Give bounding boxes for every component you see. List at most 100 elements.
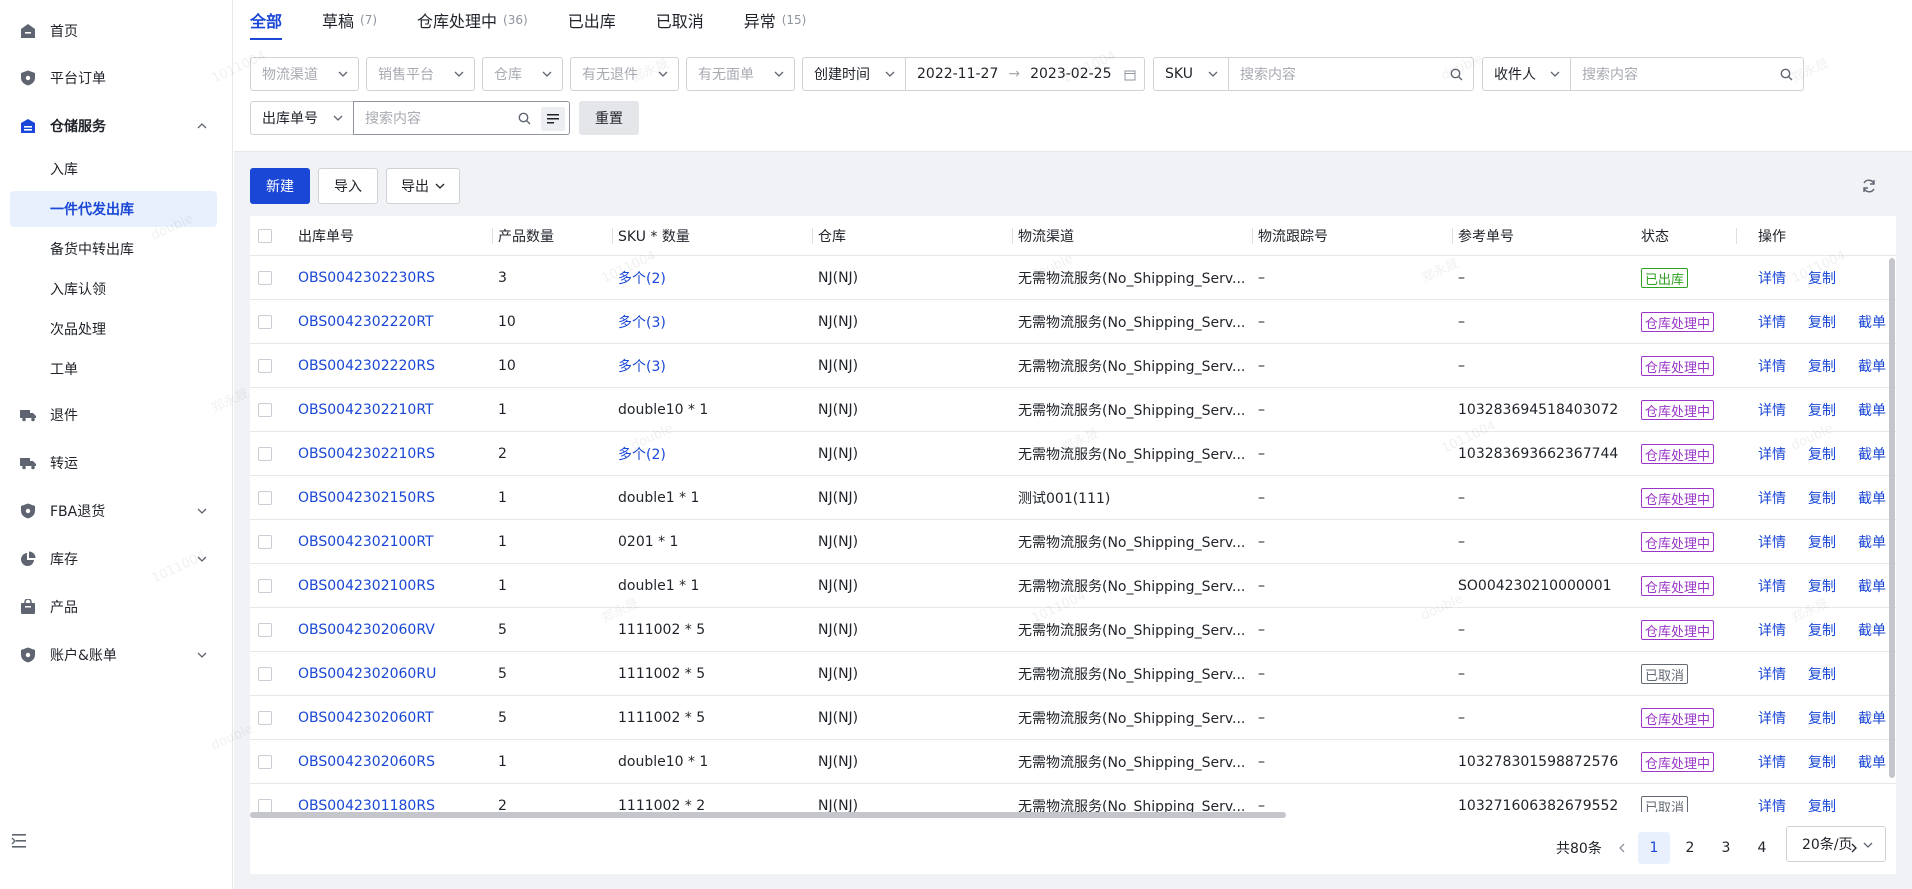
copy-link[interactable]: 复制 xyxy=(1808,476,1836,520)
copy-link[interactable]: 复制 xyxy=(1808,784,1836,812)
sku-qty[interactable]: 多个(3) xyxy=(618,300,808,344)
intercept-link[interactable]: 截单 xyxy=(1858,564,1886,608)
detail-link[interactable]: 详情 xyxy=(1758,652,1786,696)
row-checkbox[interactable] xyxy=(258,535,272,549)
intercept-link[interactable]: 截单 xyxy=(1858,520,1886,564)
select-all-checkbox[interactable] xyxy=(258,229,272,243)
column-header-tracking[interactable]: 物流跟踪号 xyxy=(1258,216,1328,256)
reset-button[interactable]: 重置 xyxy=(579,101,639,135)
detail-link[interactable]: 详情 xyxy=(1758,476,1786,520)
sidebar-item-home[interactable]: 首页 xyxy=(0,11,233,51)
sidebar-item-products[interactable]: 产品 xyxy=(0,587,233,627)
tab-processing[interactable]: 仓库处理中 (36) xyxy=(417,0,528,40)
copy-link[interactable]: 复制 xyxy=(1808,608,1836,652)
column-header-qty[interactable]: 产品数量 xyxy=(498,216,554,256)
export-button[interactable]: 导出 xyxy=(386,168,460,204)
search-icon[interactable] xyxy=(1450,68,1463,81)
row-checkbox[interactable] xyxy=(258,271,272,285)
vertical-scrollbar[interactable] xyxy=(1888,256,1896,812)
search-icon[interactable] xyxy=(1780,68,1793,81)
intercept-link[interactable]: 截单 xyxy=(1858,696,1886,740)
row-checkbox[interactable] xyxy=(258,359,272,373)
detail-link[interactable]: 详情 xyxy=(1758,388,1786,432)
sku-search-input[interactable]: 搜索内容 xyxy=(1228,57,1474,91)
tab-shipped[interactable]: 已出库 xyxy=(568,0,616,40)
intercept-link[interactable]: 截单 xyxy=(1858,432,1886,476)
tab-cancelled[interactable]: 已取消 xyxy=(656,0,704,40)
column-header-order-no[interactable]: 出库单号 xyxy=(298,216,354,256)
detail-link[interactable]: 详情 xyxy=(1758,432,1786,476)
intercept-link[interactable]: 截单 xyxy=(1858,388,1886,432)
sidebar-item-inventory[interactable]: 库存 xyxy=(0,539,233,579)
receiver-field-select[interactable]: 收件人 xyxy=(1482,57,1570,91)
pagination-page-4[interactable]: 4 xyxy=(1746,832,1778,864)
column-header-ref[interactable]: 参考单号 xyxy=(1458,216,1514,256)
logistics-channel-select[interactable]: 物流渠道 xyxy=(250,57,359,91)
warehouse-select[interactable]: 仓库 xyxy=(482,57,563,91)
order-no-link[interactable]: OBS0042302210RT xyxy=(298,388,488,432)
import-button[interactable]: 导入 xyxy=(318,168,378,204)
pagination-page-1[interactable]: 1 xyxy=(1638,832,1670,864)
sidebar-subitem-defect-handling[interactable]: 次品处理 xyxy=(10,311,217,347)
column-header-sku-qty[interactable]: SKU * 数量 xyxy=(618,216,690,256)
copy-link[interactable]: 复制 xyxy=(1808,344,1836,388)
detail-link[interactable]: 详情 xyxy=(1758,740,1786,784)
intercept-link[interactable]: 截单 xyxy=(1858,300,1886,344)
pagination-prev-button[interactable] xyxy=(1612,832,1632,864)
order-no-link[interactable]: OBS0042301180RS xyxy=(298,784,488,812)
tab-all[interactable]: 全部 xyxy=(250,0,283,40)
copy-link[interactable]: 复制 xyxy=(1808,740,1836,784)
column-header-warehouse[interactable]: 仓库 xyxy=(818,216,846,256)
intercept-link[interactable]: 截单 xyxy=(1858,476,1886,520)
page-size-select[interactable]: 20条/页 xyxy=(1786,826,1886,862)
detail-link[interactable]: 详情 xyxy=(1758,784,1786,812)
detail-link[interactable]: 详情 xyxy=(1758,256,1786,300)
sidebar-subitem-dropship-outbound[interactable]: 一件代发出库 xyxy=(10,191,217,227)
copy-link[interactable]: 复制 xyxy=(1808,256,1836,300)
sku-field-select[interactable]: SKU xyxy=(1153,57,1228,91)
sidebar-subitem-transfer-outbound[interactable]: 备货中转出库 xyxy=(10,231,217,267)
copy-link[interactable]: 复制 xyxy=(1808,432,1836,476)
order-no-link[interactable]: OBS0042302210RS xyxy=(298,432,488,476)
sidebar-item-fba-returns[interactable]: FBA退货 xyxy=(0,491,233,531)
row-checkbox[interactable] xyxy=(258,579,272,593)
sidebar-subitem-inbound[interactable]: 入库 xyxy=(10,151,217,187)
intercept-link[interactable]: 截单 xyxy=(1858,344,1886,388)
sidebar-item-transit[interactable]: 转运 xyxy=(0,443,233,483)
order-search-input[interactable]: 搜索内容 xyxy=(353,101,570,135)
scrollbar-thumb[interactable] xyxy=(250,812,1286,818)
sidebar-item-account-billing[interactable]: 账户&账单 xyxy=(0,635,233,675)
scrollbar-thumb[interactable] xyxy=(1889,258,1895,778)
tab-draft[interactable]: 草稿 (7) xyxy=(322,0,377,40)
order-no-link[interactable]: OBS0042302060RU xyxy=(298,652,488,696)
date-range-picker[interactable]: 2022-11-27 → 2023-02-25 xyxy=(905,57,1145,91)
row-checkbox[interactable] xyxy=(258,447,272,461)
copy-link[interactable]: 复制 xyxy=(1808,696,1836,740)
order-no-link[interactable]: OBS0042302150RS xyxy=(298,476,488,520)
detail-link[interactable]: 详情 xyxy=(1758,696,1786,740)
intercept-link[interactable]: 截单 xyxy=(1858,740,1886,784)
copy-link[interactable]: 复制 xyxy=(1808,520,1836,564)
sidebar-item-returns[interactable]: 退件 xyxy=(0,395,233,435)
search-icon[interactable] xyxy=(518,112,531,125)
time-type-select[interactable]: 创建时间 xyxy=(802,57,905,91)
sales-platform-select[interactable]: 销售平台 xyxy=(366,57,475,91)
row-checkbox[interactable] xyxy=(258,755,272,769)
detail-link[interactable]: 详情 xyxy=(1758,564,1786,608)
pagination-page-3[interactable]: 3 xyxy=(1710,832,1742,864)
has-return-select[interactable]: 有无退件 xyxy=(570,57,679,91)
sidebar-item-platform-orders[interactable]: 平台订单 xyxy=(0,58,233,98)
order-field-select[interactable]: 出库单号 xyxy=(250,101,353,135)
column-header-status[interactable]: 状态 xyxy=(1641,216,1669,256)
detail-link[interactable]: 详情 xyxy=(1758,300,1786,344)
detail-link[interactable]: 详情 xyxy=(1758,608,1786,652)
sidebar-subitem-work-order[interactable]: 工单 xyxy=(10,351,217,387)
order-no-link[interactable]: OBS0042302060RV xyxy=(298,608,488,652)
row-checkbox[interactable] xyxy=(258,623,272,637)
sku-qty[interactable]: 多个(2) xyxy=(618,432,808,476)
row-checkbox[interactable] xyxy=(258,403,272,417)
order-no-link[interactable]: OBS0042302060RT xyxy=(298,696,488,740)
row-checkbox[interactable] xyxy=(258,315,272,329)
refresh-icon[interactable] xyxy=(1861,178,1877,194)
detail-link[interactable]: 详情 xyxy=(1758,520,1786,564)
